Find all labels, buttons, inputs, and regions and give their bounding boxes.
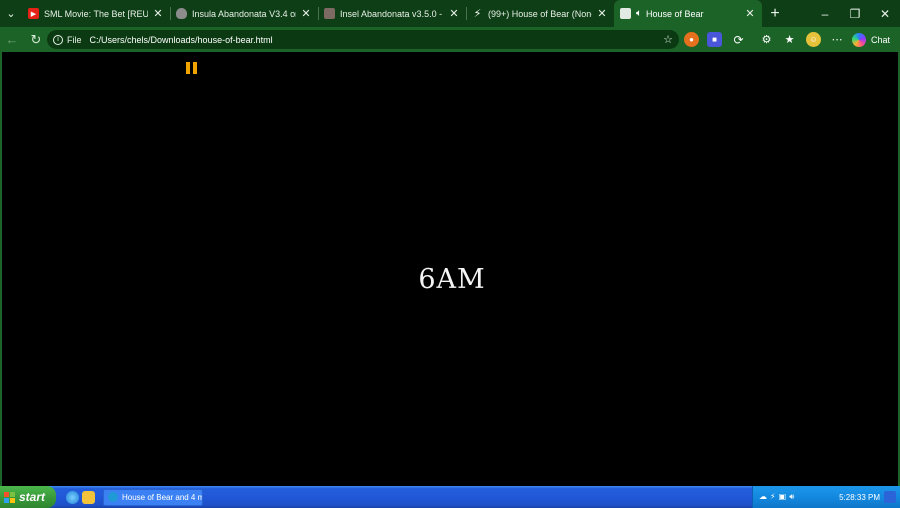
tab-title: Insel Abandonata v3.5.0 - Turb	[340, 8, 444, 19]
extension-refresh-icon[interactable]: ⟳	[731, 32, 746, 47]
profile-avatar[interactable]: ☺	[806, 32, 821, 47]
restore-button[interactable]: ❐	[840, 0, 870, 27]
start-label: start	[19, 490, 46, 504]
bolt-icon: ⚡︎	[473, 8, 482, 20]
taskbar-window-label: House of Bear and 4 m...	[122, 492, 203, 502]
tab-search-button[interactable]: ⌄	[0, 0, 22, 27]
arrow-left-icon: ←	[5, 32, 19, 47]
address-bar[interactable]: i File C:/Users/chels/Downloads/house-of…	[47, 30, 679, 49]
plus-icon: +	[770, 4, 780, 22]
tab-strip: ⌄ ▶ SML Movie: The Bet [REUPLOAD ✕ Insul…	[0, 0, 900, 27]
close-icon[interactable]: ✕	[448, 7, 460, 20]
extension-orange-icon[interactable]: ●	[684, 32, 699, 47]
new-tab-button[interactable]: +	[762, 0, 788, 27]
close-icon[interactable]: ✕	[596, 7, 608, 20]
tab-title: House of Bear	[646, 8, 704, 19]
start-button[interactable]: start	[0, 486, 56, 508]
extension-blue-icon[interactable]: ■	[707, 32, 722, 47]
minimize-button[interactable]: –	[810, 0, 840, 27]
close-icon[interactable]: ✕	[744, 7, 756, 20]
tab-insula-abandonata[interactable]: Insula Abandonata V3.4 on Scr ✕	[170, 0, 318, 27]
window-controls: – ❐ ✕	[810, 0, 900, 27]
cloud-icon[interactable]: ☁	[759, 492, 767, 502]
extension-puzzle-icon[interactable]: ⚙	[759, 32, 774, 47]
bolt-icon[interactable]: ⚡︎	[770, 492, 776, 502]
taskbar-window-button[interactable]: House of Bear and 4 m...	[103, 488, 203, 506]
system-tray: ☁ ⚡︎ ▣ 🔊︎ 5:28:33 PM	[752, 486, 900, 508]
copilot-icon	[852, 32, 866, 47]
notification-icon[interactable]	[884, 491, 896, 503]
chevron-down-icon: ⌄	[6, 8, 16, 20]
turbowarp-icon	[324, 8, 335, 19]
reload-button[interactable]: ↻	[24, 27, 48, 52]
speaker-icon[interactable]: 🔊︎	[789, 492, 794, 502]
close-window-button[interactable]: ✕	[870, 0, 900, 27]
close-icon[interactable]: ✕	[300, 7, 312, 20]
reload-icon: ↻	[30, 31, 42, 47]
pause-icon	[186, 62, 190, 74]
close-icon[interactable]: ✕	[152, 7, 164, 20]
chat-button[interactable]: Chat	[852, 30, 896, 49]
quick-launch	[66, 490, 95, 504]
clock[interactable]: 5:28:33 PM	[839, 493, 880, 502]
tab-insel-abandonata[interactable]: Insel Abandonata v3.5.0 - Turb ✕	[318, 0, 466, 27]
clock-time: 6AM	[418, 264, 486, 295]
pause-button[interactable]	[186, 62, 200, 76]
tab-title: Insula Abandonata V3.4 on Scr	[192, 8, 296, 19]
browser-toolbar: ← ↻ i File C:/Users/chels/Downloads/hous…	[0, 27, 900, 52]
tab-title: (99+) House of Bear (Non-prof	[488, 8, 592, 19]
folder-icon[interactable]	[82, 490, 95, 504]
chat-label: Chat	[871, 34, 891, 45]
speaker-icon[interactable]: 🔈︎	[636, 8, 642, 19]
url-scheme: File	[67, 34, 82, 45]
pause-icon	[193, 62, 197, 74]
tray-icons: ☁ ⚡︎ ▣ 🔊︎	[759, 492, 794, 502]
back-button[interactable]: ←	[0, 27, 24, 52]
info-icon[interactable]: i	[53, 34, 63, 45]
more-menu-icon[interactable]: ⋯	[830, 32, 845, 47]
tab-title: SML Movie: The Bet [REUPLOAD	[44, 8, 148, 19]
windows-flag-icon	[4, 491, 15, 503]
bookmark-star-icon[interactable]: ☆	[663, 33, 673, 46]
edge-icon	[108, 492, 118, 502]
url-text[interactable]: C:/Users/chels/Downloads/house-of-bear.h…	[90, 35, 273, 45]
edge-icon[interactable]	[66, 490, 79, 504]
tab-sml-movie[interactable]: ▶ SML Movie: The Bet [REUPLOAD ✕	[22, 0, 170, 27]
tab-house-of-bear-nonprofit[interactable]: ⚡︎ (99+) House of Bear (Non-prof ✕	[466, 0, 614, 27]
page-icon	[176, 8, 187, 19]
page-icon	[620, 8, 631, 19]
page-viewport: 6AM	[0, 52, 900, 486]
network-icon[interactable]: ▣	[779, 492, 787, 502]
favorites-icon[interactable]: ★	[782, 32, 797, 47]
tab-house-of-bear[interactable]: 🔈︎ House of Bear ✕	[614, 0, 762, 27]
taskbar: start House of Bear and 4 m... ☁ ⚡︎ ▣ 🔊︎…	[0, 486, 900, 508]
youtube-icon: ▶	[28, 8, 39, 19]
